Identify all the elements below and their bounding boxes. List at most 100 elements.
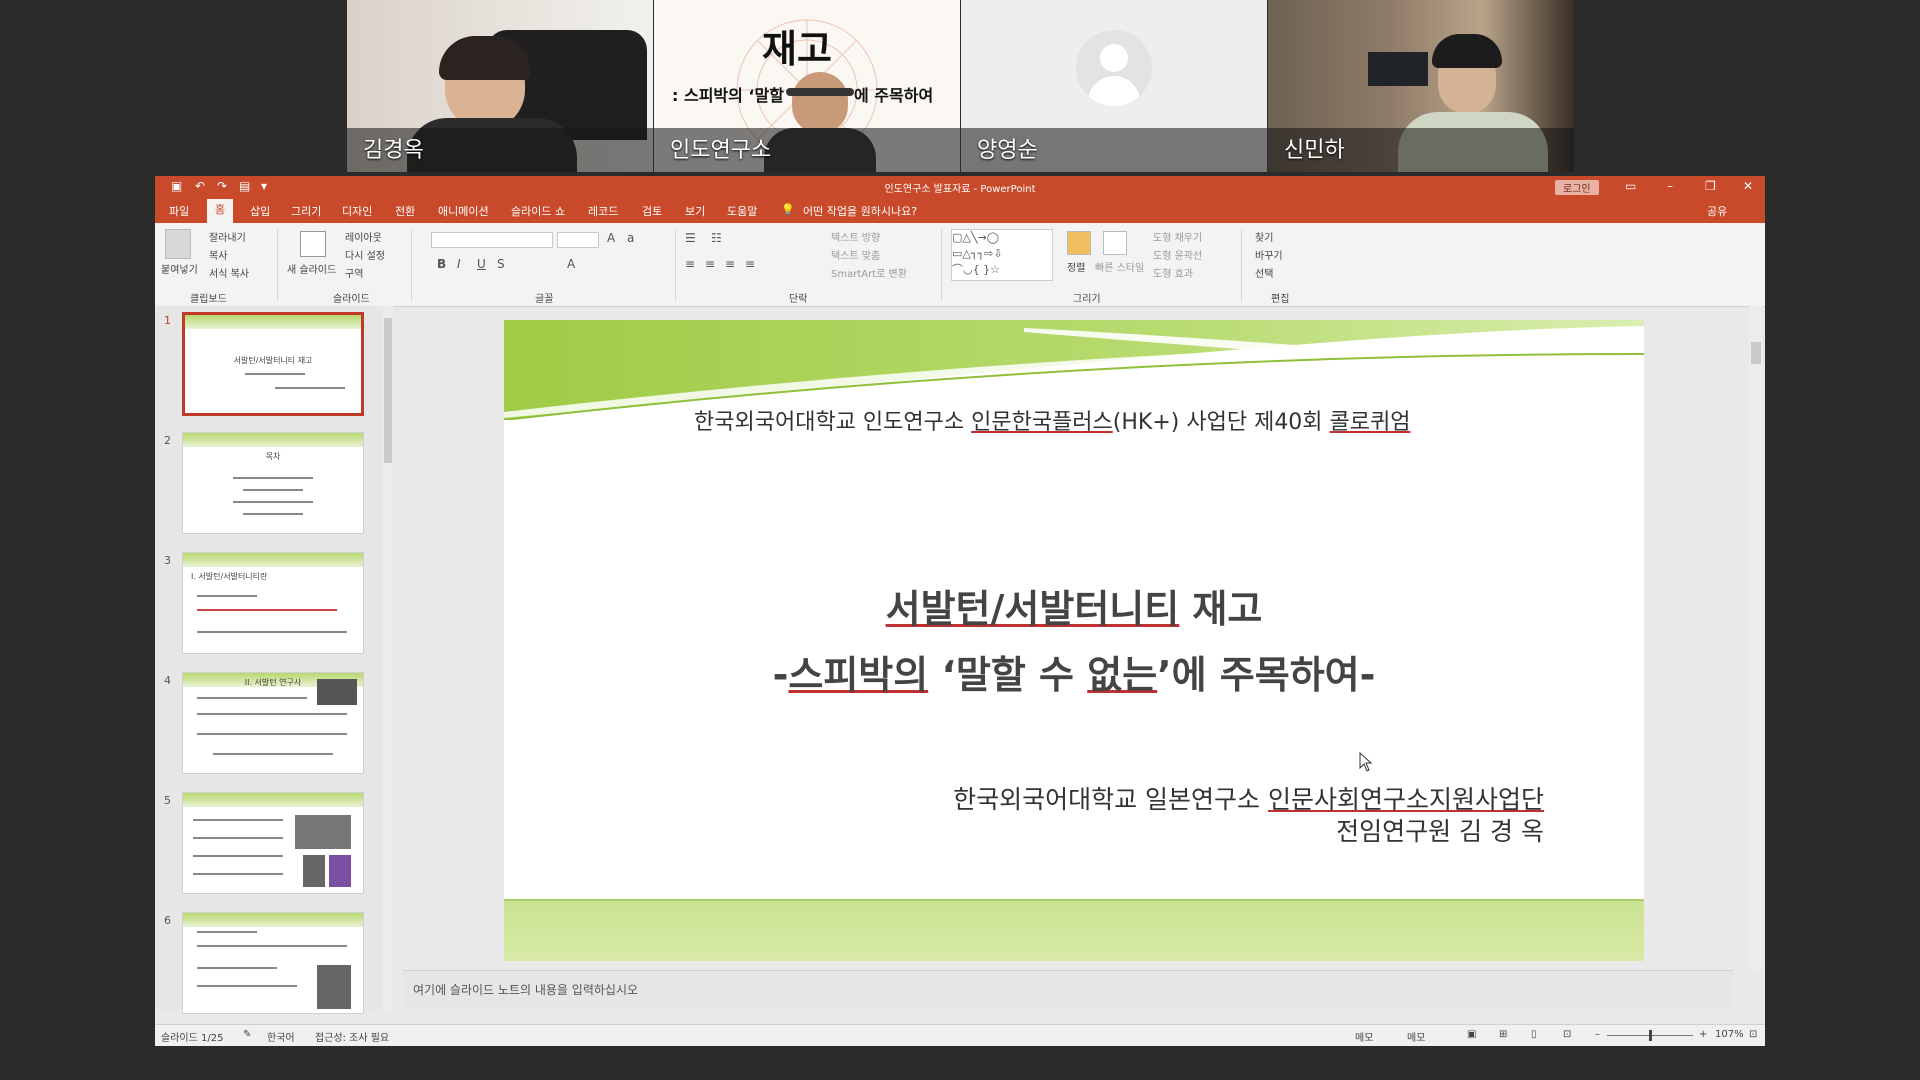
align-text-button[interactable]: 텍스트 맞춤 (831, 247, 880, 262)
justify-icon[interactable]: ≡ (745, 257, 755, 271)
convert-smartart-button[interactable]: SmartArt로 변환 (831, 265, 907, 280)
zoom-in-icon[interactable]: + (1699, 1029, 1707, 1040)
fit-slide-icon[interactable]: ⊡ (1749, 1029, 1757, 1040)
paste-button[interactable]: 붙여넣기 (161, 261, 198, 276)
layout-button[interactable]: 레이아웃 (345, 229, 382, 244)
tab-help[interactable]: 도움말 (727, 203, 757, 219)
spell-check-icon[interactable]: ✎ (243, 1029, 251, 1040)
thumb-number: 5 (164, 794, 171, 807)
slide-thumbnail-4[interactable]: II. 서발턴 연구사 (182, 672, 364, 774)
thumb-photo (329, 855, 351, 887)
new-slide-icon[interactable] (300, 231, 326, 257)
zoom-out-icon[interactable]: – (1595, 1029, 1600, 1040)
slide-sorter-icon[interactable]: ⊞ (1499, 1029, 1507, 1040)
minimize-icon[interactable]: – (1667, 179, 1673, 193)
close-icon[interactable]: ✕ (1743, 179, 1753, 193)
mouse-cursor-icon (1359, 752, 1373, 772)
shape-fill-button[interactable]: 도형 채우기 (1153, 229, 1202, 244)
slide-scrollbar[interactable] (1749, 306, 1763, 970)
login-button[interactable]: 로그인 (1555, 180, 1599, 195)
language-indicator[interactable]: 한국어 (267, 1029, 295, 1044)
share-button[interactable]: 공유 (1707, 203, 1727, 219)
font-name-box[interactable] (431, 232, 553, 248)
underline-icon[interactable]: U (477, 257, 486, 271)
tab-insert[interactable]: 삽입 (250, 203, 270, 219)
slide-thumbnail-3[interactable]: I. 서발턴/서발터니티란 (182, 552, 364, 654)
slide-thumbnail-2[interactable]: 목차 (182, 432, 364, 534)
align-left-icon[interactable]: ≡ (685, 257, 695, 271)
text-direction-button[interactable]: 텍스트 방향 (831, 229, 880, 244)
slide-thumbnail-5[interactable] (182, 792, 364, 894)
grow-font-icon[interactable]: A (607, 231, 615, 245)
format-painter-button[interactable]: 서식 복사 (209, 265, 249, 280)
thumbnail-scrollbar[interactable] (383, 306, 393, 1010)
tab-review[interactable]: 검토 (642, 203, 662, 219)
select-button[interactable]: 선택 (1255, 265, 1273, 280)
group-paragraph: 단락 (789, 294, 808, 305)
slide-footer-band (504, 899, 1644, 961)
video-tile-india-institute[interactable]: 재고 : 스피박의 ‘말할 에 주목하여 인도연구소 (654, 0, 960, 172)
find-button[interactable]: 찾기 (1255, 229, 1273, 244)
section-button[interactable]: 구역 (345, 265, 363, 280)
notes-pane[interactable]: 여기에 슬라이드 노트의 내용을 입력하십시오 (403, 970, 1733, 1009)
group-divider (675, 229, 676, 301)
italic-icon[interactable]: I (457, 257, 461, 271)
zoom-slider-thumb[interactable] (1649, 1030, 1652, 1041)
ribbon-display-icon[interactable]: ▭ (1625, 179, 1636, 193)
shrink-font-icon[interactable]: a (627, 231, 634, 245)
thumb-photo (295, 815, 351, 849)
numbering-icon[interactable]: ☷ (711, 231, 722, 245)
video-tile-shin[interactable]: 신민하 (1268, 0, 1574, 172)
shape-effects-button[interactable]: 도형 효과 (1153, 265, 1193, 280)
font-color-icon[interactable]: A (567, 257, 575, 271)
slide-canvas[interactable]: 한국외국어대학교 인도연구소 인문한국플러스(HK+) 사업단 제40회 콜로퀴… (504, 320, 1644, 961)
paste-icon[interactable] (165, 229, 191, 259)
tab-transitions[interactable]: 전환 (395, 203, 415, 219)
comments-button[interactable]: 메모 (1407, 1029, 1425, 1044)
slide-thumbnail-1[interactable]: 서발턴/서발터니티 재고 (182, 312, 364, 416)
tab-design[interactable]: 디자인 (342, 203, 372, 219)
video-tile-kim[interactable]: 김경옥 (347, 0, 653, 172)
reset-button[interactable]: 다시 설정 (345, 247, 385, 262)
reading-view-icon[interactable]: ▯ (1531, 1029, 1537, 1040)
background-tv (1368, 52, 1428, 86)
align-center-icon[interactable]: ≡ (705, 257, 715, 271)
tab-record[interactable]: 레코드 (588, 203, 618, 219)
bold-icon[interactable]: B (437, 257, 446, 271)
slideshow-view-icon[interactable]: ⊡ (1563, 1029, 1571, 1040)
participant-name: 김경옥 (363, 138, 424, 163)
notes-button[interactable]: 메모 (1355, 1029, 1373, 1044)
shape-outline-button[interactable]: 도형 윤곽선 (1153, 247, 1202, 262)
thumb-number: 3 (164, 554, 171, 567)
tab-home[interactable]: 홈 (207, 199, 234, 223)
group-divider (411, 229, 412, 301)
thumb-photo (303, 855, 325, 887)
title-bar: ▣ ↶ ↷ ▤ ▾ 인도연구소 발표자료 - PowerPoint 로그인 ▭ … (155, 176, 1765, 198)
group-divider (1241, 229, 1242, 301)
quick-styles-button[interactable]: 빠른 스타일 (1095, 259, 1144, 274)
copy-button[interactable]: 복사 (209, 247, 227, 262)
cut-button[interactable]: 잘라내기 (209, 229, 246, 244)
new-slide-button[interactable]: 새 슬라이드 (287, 261, 336, 276)
bullets-icon[interactable]: ☰ (685, 231, 696, 245)
tab-draw[interactable]: 그리기 (291, 203, 321, 219)
tab-animations[interactable]: 애니메이션 (438, 203, 489, 219)
align-right-icon[interactable]: ≡ (725, 257, 735, 271)
video-tile-yang[interactable]: 양영순 (961, 0, 1267, 172)
accessibility-status[interactable]: 접근성: 조사 필요 (315, 1029, 389, 1044)
replace-button[interactable]: 바꾸기 (1255, 247, 1283, 262)
strikethrough-icon[interactable]: S (497, 257, 505, 271)
arrange-icon[interactable] (1067, 231, 1091, 255)
font-size-box[interactable] (557, 232, 599, 248)
arrange-button[interactable]: 정렬 (1067, 259, 1085, 274)
tell-me-search[interactable]: 어떤 작업을 원하시나요? (803, 203, 917, 219)
slide-thumbnail-6[interactable] (182, 912, 364, 1014)
tab-slideshow[interactable]: 슬라이드 쇼 (511, 203, 565, 219)
normal-view-icon[interactable]: ▣ (1467, 1029, 1476, 1040)
shapes-gallery[interactable]: ▢△╲→◯ ▭△┐┐⇨⇩ ⌒◡{ }☆ (951, 229, 1053, 281)
tab-file[interactable]: 파일 (169, 203, 189, 219)
restore-icon[interactable]: ❐ (1705, 179, 1716, 193)
quick-styles-icon[interactable] (1103, 231, 1127, 255)
tab-view[interactable]: 보기 (685, 203, 705, 219)
zoom-level[interactable]: 107% (1715, 1029, 1744, 1040)
